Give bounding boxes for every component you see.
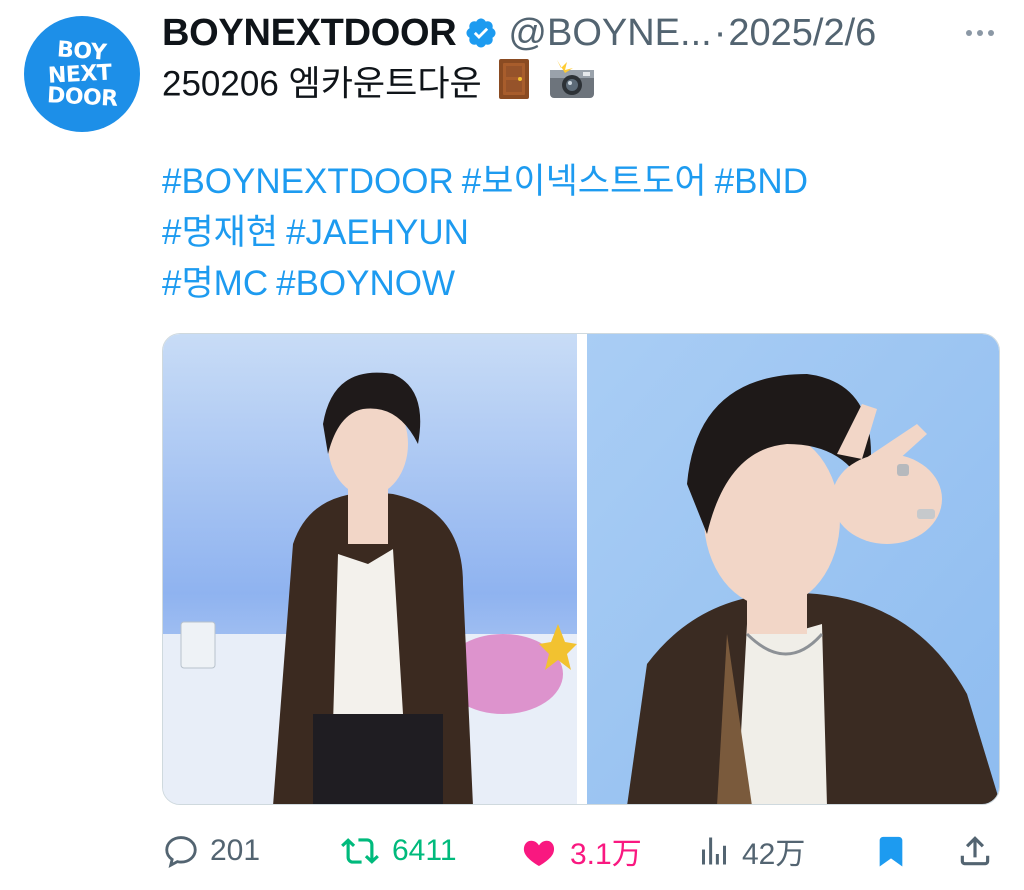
hashtag-link[interactable]: #명MC: [162, 264, 268, 303]
hashtag-block: #BOYNEXTDOOR #보이넥스트도어 #BND #명재현 #JAEHYUN #명…: [162, 156, 1004, 309]
share-button[interactable]: [956, 831, 994, 871]
hashtag-line: #명재현 #JAEHYUN: [162, 207, 1004, 258]
retweet-count: 6411: [392, 834, 457, 867]
retweet-icon: [341, 838, 379, 864]
hashtag-line: #BOYNEXTDOOR #보이넥스트도어 #BND: [162, 156, 1004, 207]
bookmark-icon: [879, 836, 903, 867]
display-name[interactable]: BOYNEXTDOOR: [162, 12, 457, 55]
avatar-text-door: DOOR: [46, 82, 118, 112]
hashtag-link[interactable]: #JAEHYUN: [286, 213, 469, 252]
tweet-date[interactable]: 2025/2/6: [728, 12, 876, 55]
hashtag-link[interactable]: #BOYNEXTDOOR: [162, 162, 454, 201]
share-icon: [960, 836, 990, 866]
verified-badge-icon: [466, 18, 496, 48]
view-count: 42万: [742, 838, 806, 871]
reply-icon: [165, 836, 197, 869]
tweet-text: 250206 엠카운트다운: [162, 58, 1004, 114]
tweet-actions: 201 6411 3.1万 42万: [162, 826, 1000, 876]
camera-flash-emoji: [547, 58, 597, 114]
photo-2[interactable]: [587, 334, 999, 804]
separator-dot: ·: [713, 11, 727, 54]
bookmark-button[interactable]: [874, 830, 908, 872]
hashtag-link[interactable]: #보이넥스트도어: [462, 162, 707, 201]
door-emoji: [495, 58, 533, 114]
like-count: 3.1万: [570, 838, 642, 871]
media-grid: [162, 333, 1000, 805]
reply-count: 201: [210, 834, 261, 867]
heart-icon: [523, 840, 555, 867]
retweet-button[interactable]: 6411: [338, 832, 457, 870]
photo-1[interactable]: [163, 334, 577, 804]
hashtag-link[interactable]: #명재현: [162, 213, 278, 252]
tweet-body: 250206 엠카운트다운: [162, 64, 482, 104]
avatar[interactable]: BOY NEXT DOOR: [24, 16, 140, 132]
more-options-icon[interactable]: [966, 30, 1004, 36]
views-button[interactable]: 42万: [696, 829, 805, 873]
tweet-header: BOYNEXTDOOR @BOYNE... · 2025/2/6: [162, 8, 1004, 58]
hashtag-line: #명MC #BOYNOW: [162, 258, 1004, 309]
hashtag-link[interactable]: #BND: [715, 162, 808, 201]
account-handle[interactable]: @BOYNE...: [508, 12, 711, 55]
reply-button[interactable]: 201: [162, 832, 260, 870]
like-button[interactable]: 3.1万: [518, 829, 642, 873]
views-chart-icon: [702, 837, 726, 865]
hashtag-link[interactable]: #BOYNOW: [276, 264, 455, 303]
